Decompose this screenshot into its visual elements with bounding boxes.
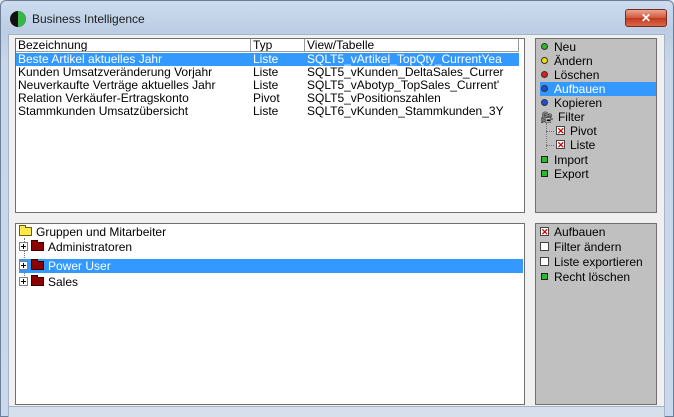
folder-icon xyxy=(31,240,44,252)
expand-icon[interactable] xyxy=(19,277,28,287)
row-view: SQLT6_vKunden_Stammkunden_3Y xyxy=(307,105,504,118)
rights-panel: Aufbauen Filter ändern Liste exportieren… xyxy=(535,223,657,405)
tree-connector xyxy=(546,145,554,146)
table-row[interactable]: Stammkunden Umsatzübersicht Liste SQLT6_… xyxy=(16,105,519,118)
filter-label: Pivot xyxy=(570,124,597,138)
right-label: Aufbauen xyxy=(554,225,606,239)
action-aufbauen[interactable]: Aufbauen xyxy=(540,82,656,96)
column-header-bezeichnung[interactable]: Bezeichnung xyxy=(16,39,251,52)
green-dot-icon xyxy=(541,43,548,51)
window-title: Business Intelligence xyxy=(32,12,145,26)
checkbox-unchecked[interactable] xyxy=(540,257,549,267)
action-label: Filter xyxy=(557,110,585,124)
table-row[interactable]: Beste Artikel aktuelles Jahr Liste SQLT5… xyxy=(16,53,519,66)
action-neu[interactable]: Neu xyxy=(540,40,656,54)
right-label: Liste exportieren xyxy=(554,255,643,269)
tree-item-label: Power User xyxy=(48,259,111,273)
table-row[interactable]: Relation Verkäufer-Ertragskonto Pivot SQ… xyxy=(16,92,519,105)
action-loeschen[interactable]: Löschen xyxy=(540,68,656,82)
green-square-icon xyxy=(541,156,548,164)
checkbox-unchecked[interactable] xyxy=(540,242,549,252)
expand-icon[interactable] xyxy=(19,242,28,252)
filter-pivot[interactable]: Pivot xyxy=(556,124,597,138)
tree-connector xyxy=(546,123,547,151)
row-name: Neuverkaufte Verträge aktuelles Jahr xyxy=(18,79,216,92)
green-square-icon xyxy=(541,273,548,281)
right-liste-exportieren[interactable]: Liste exportieren xyxy=(540,255,643,269)
checkbox-checked[interactable] xyxy=(540,225,549,239)
row-name: Beste Artikel aktuelles Jahr xyxy=(16,53,251,66)
tree-item-administratoren[interactable]: Administratoren xyxy=(19,240,132,254)
row-type: Liste xyxy=(253,105,279,118)
table-row[interactable]: Neuverkaufte Verträge aktuelles Jahr Lis… xyxy=(16,79,519,92)
row-type: Liste xyxy=(253,66,279,79)
row-view: SQLT5_vArtikel_TopQty_CurrentYea xyxy=(305,53,519,66)
action-export[interactable]: Export xyxy=(540,167,656,181)
column-header-view[interactable]: View/Tabelle xyxy=(305,39,519,52)
row-type: Liste xyxy=(251,53,305,66)
action-label: Ändern xyxy=(554,54,593,68)
right-label: Recht löschen xyxy=(554,270,631,284)
blue-dot-icon xyxy=(541,85,548,93)
row-type: Pivot xyxy=(253,92,280,105)
row-type: Liste xyxy=(253,79,279,92)
column-header-typ[interactable]: Typ xyxy=(251,39,305,52)
action-label: Import xyxy=(554,153,589,167)
tree-item-power-user[interactable]: Power User xyxy=(19,259,523,273)
right-aufbauen[interactable]: Aufbauen xyxy=(540,225,605,239)
row-view: SQLT5_vPositionszahlen xyxy=(307,92,441,105)
action-filter[interactable]: 🎥︎ Filter xyxy=(540,110,656,124)
actions-panel: Neu Ändern Löschen Aufbauen Kopieren 🎥︎ F… xyxy=(535,38,657,213)
right-label: Filter ändern xyxy=(554,240,622,254)
row-name: Relation Verkäufer-Ertragskonto xyxy=(18,92,189,105)
green-square-icon xyxy=(541,170,548,178)
app-icon xyxy=(10,11,26,27)
folder-icon xyxy=(19,225,32,237)
action-label: Export xyxy=(554,167,589,181)
row-view: SQLT5_vAbotyp_TopSales_Current' xyxy=(307,79,500,92)
tree-item-label: Administratoren xyxy=(48,240,133,254)
yellow-dot-icon xyxy=(541,57,548,65)
tree-item-sales[interactable]: Sales xyxy=(19,275,78,289)
folder-icon xyxy=(31,259,44,271)
action-label: Kopieren xyxy=(554,96,603,110)
expand-icon[interactable] xyxy=(19,261,28,271)
row-view: SQLT5_vKunden_DeltaSales_Currer xyxy=(307,66,504,79)
status-strip xyxy=(8,407,665,417)
row-name: Stammkunden Umsatzübersicht xyxy=(18,105,189,118)
red-dot-icon xyxy=(541,71,548,79)
right-recht-loeschen[interactable]: Recht löschen xyxy=(540,270,630,284)
filter-label: Liste xyxy=(570,138,596,152)
blue-dot-icon xyxy=(541,99,548,107)
groups-tree[interactable]: Gruppen und Mitarbeiter Administratoren … xyxy=(15,223,525,405)
checkbox-checked[interactable] xyxy=(556,138,565,152)
reports-header: Bezeichnung Typ View/Tabelle xyxy=(16,39,519,52)
action-label: Löschen xyxy=(554,68,600,82)
title-bar[interactable]: Business Intelligence ✕ xyxy=(1,1,673,31)
table-row[interactable]: Kunden Umsatzveränderung Vorjahr Liste S… xyxy=(16,66,519,79)
folder-icon xyxy=(31,275,44,287)
action-import[interactable]: Import xyxy=(540,153,656,167)
action-aendern[interactable]: Ändern xyxy=(540,54,656,68)
action-label: Neu xyxy=(554,40,577,54)
reports-list[interactable]: Bezeichnung Typ View/Tabelle Beste Artik… xyxy=(15,38,525,213)
action-kopieren[interactable]: Kopieren xyxy=(540,96,656,110)
filter-liste[interactable]: Liste xyxy=(556,138,595,152)
tree-root-label: Gruppen und Mitarbeiter xyxy=(36,225,167,239)
right-filter-aendern[interactable]: Filter ändern xyxy=(540,240,621,254)
checkbox-checked[interactable] xyxy=(556,124,565,138)
tree-connector xyxy=(546,131,554,132)
tree-root[interactable]: Gruppen und Mitarbeiter xyxy=(19,225,166,239)
row-name: Kunden Umsatzveränderung Vorjahr xyxy=(18,66,213,79)
tree-item-label: Sales xyxy=(48,275,79,289)
close-button[interactable]: ✕ xyxy=(625,9,667,27)
action-label: Aufbauen xyxy=(554,82,606,96)
